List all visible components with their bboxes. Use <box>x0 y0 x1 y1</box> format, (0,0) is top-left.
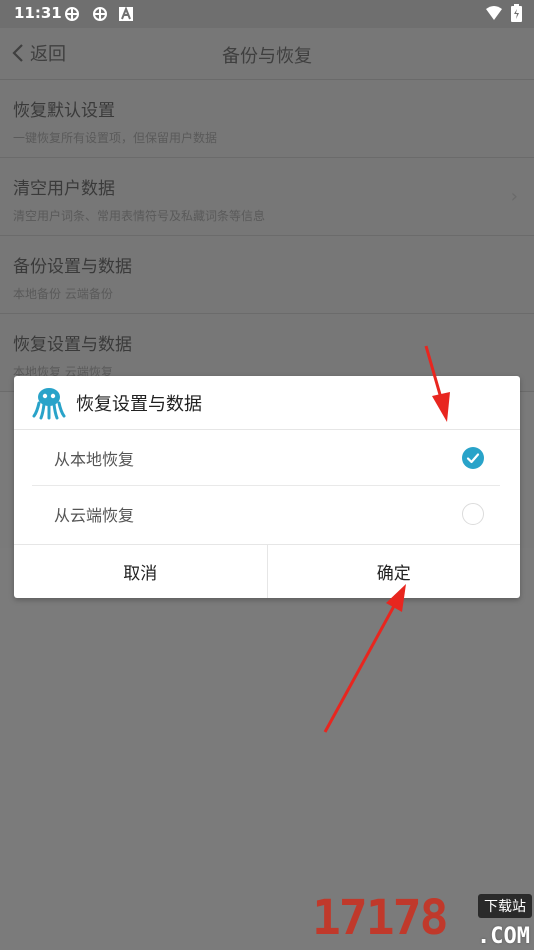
page-title: 备份与恢复 <box>222 46 312 67</box>
app-notification-icon <box>93 7 107 21</box>
setting-restore-default[interactable]: 恢复默认设置 一键恢复所有设置项，但保留用户数据 <box>0 80 534 158</box>
watermark-tag: 下载站 <box>478 894 532 918</box>
cancel-button[interactable]: 取消 <box>14 545 267 598</box>
setting-backup[interactable]: 备份设置与数据 本地备份 云端备份 <box>0 236 534 314</box>
octopus-app-icon <box>32 387 66 419</box>
a-letter-icon <box>119 6 133 21</box>
confirm-button[interactable]: 确定 <box>266 545 521 598</box>
dialog-header: 恢复设置与数据 <box>14 376 520 430</box>
setting-title: 清空用户数据 <box>13 179 115 199</box>
option-restore-local[interactable]: 从本地恢复 <box>32 430 500 486</box>
setting-title: 备份设置与数据 <box>13 257 132 277</box>
battery-icon <box>511 4 522 22</box>
watermark-digits: 17178 <box>312 890 448 946</box>
option-label: 从本地恢复 <box>54 449 135 469</box>
wifi-icon <box>486 6 502 20</box>
option-restore-cloud[interactable]: 从云端恢复 <box>32 486 500 542</box>
setting-subtitle: 清空用户词条、常用表情符号及私藏词条等信息 <box>13 209 266 223</box>
status-bar: 11:31 <box>0 0 534 28</box>
restore-dialog: 恢复设置与数据 从本地恢复 从云端恢复 取消 确定 <box>14 376 520 598</box>
status-time: 11:31 <box>14 4 62 22</box>
dialog-button-bar: 取消 确定 <box>14 544 520 598</box>
settings-list: 恢复默认设置 一键恢复所有设置项，但保留用户数据 清空用户数据 清空用户词条、常… <box>0 80 534 392</box>
app-notification-icon <box>65 7 79 21</box>
option-label: 从云端恢复 <box>54 506 135 525</box>
setting-clear-user-data[interactable]: 清空用户数据 清空用户词条、常用表情符号及私藏词条等信息 › <box>0 158 534 236</box>
dialog-title: 恢复设置与数据 <box>76 393 202 415</box>
title-bar: 返回 备份与恢复 <box>0 28 534 80</box>
watermark-domain: .COM <box>477 924 530 949</box>
chevron-right-icon: › <box>510 186 518 207</box>
site-watermark: 17178 下载站 .COM <box>312 890 532 950</box>
radio-unchecked-icon[interactable] <box>462 503 484 525</box>
setting-title: 恢复默认设置 <box>13 101 115 121</box>
setting-title: 恢复设置与数据 <box>13 335 132 355</box>
radio-checked-icon[interactable] <box>462 446 484 469</box>
setting-subtitle: 本地备份 云端备份 <box>13 287 113 301</box>
setting-subtitle: 一键恢复所有设置项，但保留用户数据 <box>13 131 218 145</box>
